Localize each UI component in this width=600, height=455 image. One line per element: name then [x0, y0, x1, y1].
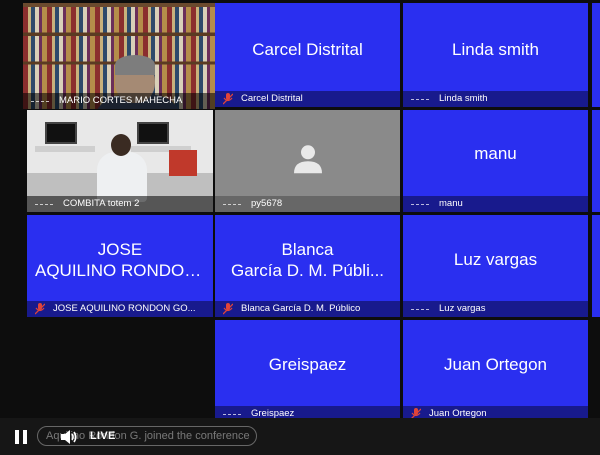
participant-label: manu	[403, 196, 588, 212]
offscreen-tile-strip[interactable]	[592, 110, 600, 212]
display-name-line: JOSE	[97, 240, 143, 259]
microphone-off-icon	[223, 303, 233, 315]
participant-tile-py[interactable]: py5678	[215, 110, 400, 212]
display-name-line: Carcel Distrital	[252, 40, 363, 59]
player-controls-bar: Aquilino Rondon G. joined the conference…	[0, 418, 600, 455]
participant-name: COMBITA totem 2	[63, 198, 140, 209]
participant-label: Linda smith	[403, 91, 588, 107]
participant-display-name: Greispaez	[215, 354, 400, 375]
participant-display-name: Juan Ortegon	[403, 354, 588, 375]
user-avatar-icon	[293, 145, 322, 174]
volume-icon[interactable]	[60, 429, 78, 445]
display-name-line: AQUILINO RONDON ...	[35, 261, 205, 280]
participant-display-name: Blanca García D. M. Públi...	[215, 239, 400, 281]
participant-name: manu	[439, 198, 463, 209]
participant-tile-manu[interactable]: manu manu	[403, 110, 588, 212]
red-chair	[169, 150, 197, 176]
seated-person-body	[97, 152, 147, 202]
seated-person-head	[111, 134, 131, 156]
participant-display-name: Luz vargas	[403, 249, 588, 270]
participant-tile-mario[interactable]: MARIO CORTES MAHECHA	[23, 3, 215, 109]
participant-video-hair	[115, 55, 155, 75]
signal-icon	[411, 95, 433, 103]
live-indicator: LIVE	[90, 430, 116, 442]
participant-tile-luz[interactable]: Luz vargas Luz vargas	[403, 215, 588, 317]
display-name-line: Juan Ortegon	[443, 355, 547, 374]
participant-tile-carcel[interactable]: Carcel Distrital Carcel Distrital	[215, 3, 400, 107]
microphone-off-icon	[35, 303, 45, 315]
participant-tile-juan[interactable]: Juan Ortegon Juan Ortegon	[403, 320, 588, 422]
monitor-left	[45, 122, 77, 144]
participant-display-name: JOSE AQUILINO RONDON ...	[27, 239, 213, 281]
display-name-line: Luz vargas	[453, 250, 538, 269]
participant-tile-combita[interactable]: COMBITA totem 2	[27, 110, 213, 212]
participant-name: MARIO CORTES MAHECHA	[59, 95, 183, 106]
participant-display-name: manu	[403, 143, 588, 164]
participant-display-name: Carcel Distrital	[215, 39, 400, 60]
participant-tile-greispaez[interactable]: Greispaez Greispaez	[215, 320, 400, 422]
monitor-right	[137, 122, 169, 144]
participant-name: Linda smith	[439, 93, 488, 104]
signal-icon	[411, 305, 433, 313]
participant-name: py5678	[251, 198, 283, 209]
display-name-line: Linda smith	[452, 40, 539, 59]
participant-tile-linda[interactable]: Linda smith Linda smith	[403, 3, 588, 107]
participant-tile-blanca[interactable]: Blanca García D. M. Públi... Blanca Garc…	[215, 215, 400, 317]
signal-icon	[223, 410, 245, 418]
participant-label: py5678	[215, 196, 400, 212]
signal-icon	[35, 200, 57, 208]
video-conference-grid: MARIO CORTES MAHECHA Carcel Distrital Ca…	[0, 0, 600, 422]
participant-label: MARIO CORTES MAHECHA	[23, 93, 215, 109]
participant-label: Carcel Distrital	[215, 91, 400, 107]
display-name-line: García D. M. Públi...	[230, 261, 385, 280]
participant-tile-jose[interactable]: JOSE AQUILINO RONDON ... JOSE AQUILINO R…	[27, 215, 213, 317]
signal-icon	[411, 200, 433, 208]
display-name-line: Greispaez	[268, 355, 347, 374]
signal-icon	[223, 200, 245, 208]
display-name-line: manu	[474, 144, 517, 163]
pause-icon[interactable]	[14, 430, 28, 444]
microphone-off-icon	[223, 93, 233, 105]
participant-display-name: Linda smith	[403, 39, 588, 60]
offscreen-tile-strip[interactable]	[592, 215, 600, 317]
participant-label: JOSE AQUILINO RONDON GO...	[27, 301, 213, 317]
participant-name: JOSE AQUILINO RONDON GO...	[53, 303, 196, 314]
participant-name: Carcel Distrital	[241, 93, 303, 104]
signal-icon	[31, 97, 53, 105]
display-name-line: Blanca	[281, 240, 334, 259]
desk	[35, 146, 95, 152]
participant-label: Luz vargas	[403, 301, 588, 317]
participant-label: COMBITA totem 2	[27, 196, 213, 212]
offscreen-tile-strip[interactable]	[592, 3, 600, 107]
participant-name: Blanca García D. M. Público	[241, 303, 361, 314]
participant-name: Luz vargas	[439, 303, 486, 314]
participant-label: Blanca García D. M. Público	[215, 301, 400, 317]
